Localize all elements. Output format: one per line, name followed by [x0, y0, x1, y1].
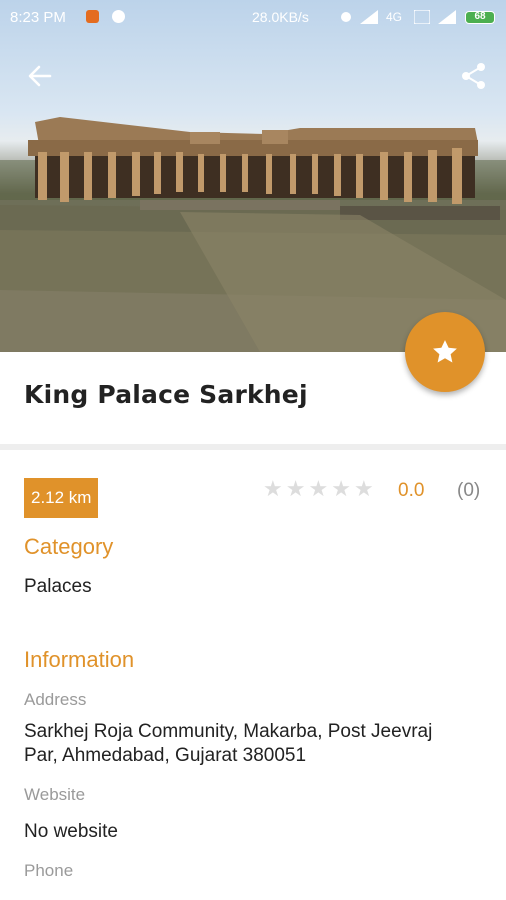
place-photo: [0, 0, 506, 352]
network-type: 4G: [386, 10, 403, 24]
status-time: 8:23 PM: [10, 9, 66, 26]
website-label: Website: [24, 785, 86, 804]
volte-icon: [414, 10, 430, 24]
rating-value: 0.0: [398, 480, 425, 501]
website-value[interactable]: No website: [24, 821, 118, 843]
battery-icon: 68: [465, 11, 495, 24]
share-icon: [462, 63, 485, 89]
address-line-2: Par, Ahmedabad, Gujarat 380051: [24, 745, 307, 766]
rating-count: (0): [457, 480, 481, 501]
notification-robot-icon: [112, 10, 125, 23]
rating-stars[interactable]: ★ ★ ★ ★ ★: [263, 478, 374, 502]
place-title: King Palace Sarkhej: [24, 380, 308, 409]
section-divider: [0, 444, 506, 450]
signal-icon: [360, 10, 378, 24]
category-value: Palaces: [24, 576, 92, 597]
star-empty-icon[interactable]: ★: [331, 478, 351, 502]
address-label: Address: [24, 690, 87, 709]
category-heading: Category: [24, 534, 114, 559]
battery-level: 68: [474, 11, 486, 22]
favorite-button[interactable]: [405, 312, 485, 392]
network-speed: 28.0KB/s: [252, 9, 309, 25]
share-button[interactable]: [458, 60, 490, 92]
back-button[interactable]: [24, 60, 56, 92]
star-empty-icon[interactable]: ★: [263, 478, 283, 502]
distance-badge: 2.12 km: [24, 478, 99, 518]
signal-icon-2: [438, 10, 456, 24]
address-line-1: Sarkhej Roja Community, Makarba, Post Je…: [24, 721, 433, 742]
phone-label: Phone: [24, 861, 74, 880]
alarm-icon: [341, 12, 351, 22]
notification-app-icon: [86, 10, 99, 23]
arrow-back-icon: [28, 65, 52, 87]
status-bar: 8:23 PM 28.0KB/s 4G 68: [0, 0, 506, 36]
star-icon: [433, 340, 457, 363]
star-empty-icon[interactable]: ★: [354, 478, 374, 502]
star-empty-icon[interactable]: ★: [286, 478, 306, 502]
information-heading: Information: [24, 647, 135, 672]
star-empty-icon[interactable]: ★: [308, 478, 328, 502]
